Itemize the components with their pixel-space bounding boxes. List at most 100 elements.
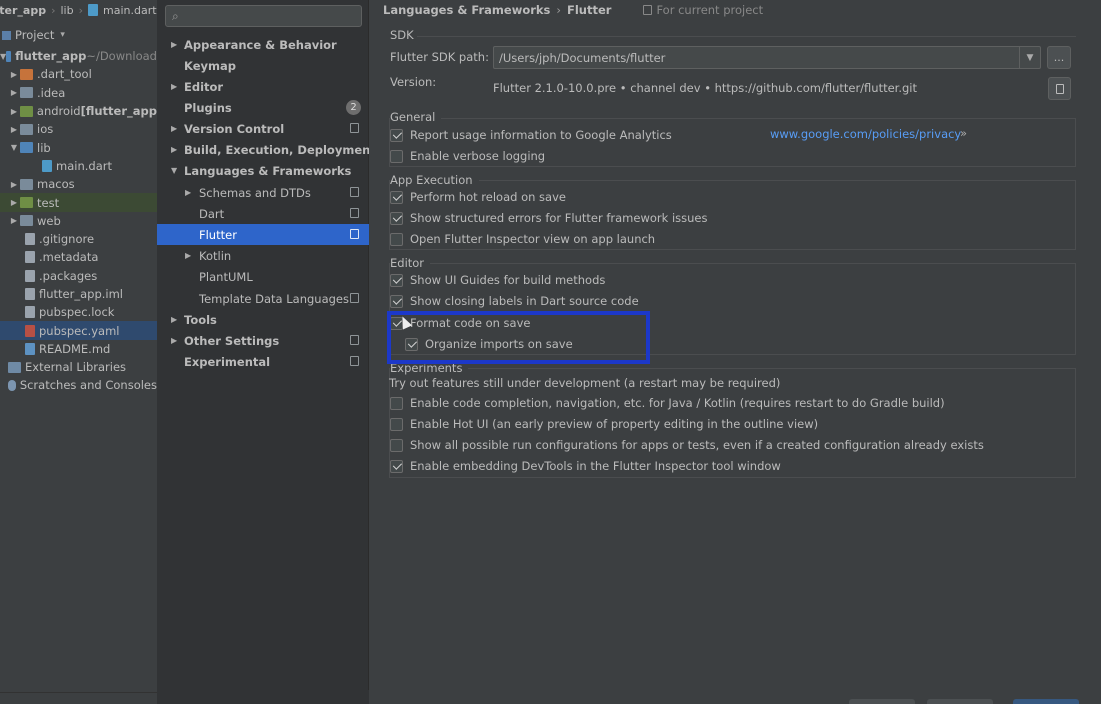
code-completion-checkbox[interactable]: Enable code completion, navigation, etc.… bbox=[390, 394, 945, 412]
project-view-selector[interactable]: Project ▾ bbox=[0, 25, 157, 45]
nav-item-other-settings[interactable]: ▶ Other Settings bbox=[157, 330, 369, 351]
nav-item-dart[interactable]: Dart bbox=[157, 203, 369, 224]
nav-item-label: Keymap bbox=[184, 58, 236, 73]
run-configs-checkbox[interactable]: Show all possible run configurations for… bbox=[390, 436, 984, 454]
checkbox-unchecked[interactable] bbox=[390, 438, 403, 452]
tree-item-packages[interactable]: .packages bbox=[0, 267, 157, 285]
nav-item-kotlin[interactable]: ▶ Kotlin bbox=[157, 245, 369, 266]
sdk-path-combobox[interactable]: /Users/jph/Documents/flutter ▼ bbox=[493, 46, 1041, 69]
copy-icon bbox=[1055, 83, 1064, 94]
devtools-checkbox[interactable]: Enable embedding DevTools in the Flutter… bbox=[390, 457, 781, 475]
checkbox-checked[interactable] bbox=[390, 211, 403, 225]
project-scope-icon bbox=[350, 229, 359, 239]
tree-item-iml[interactable]: flutter_app.iml bbox=[0, 285, 157, 303]
tree-item-readme[interactable]: README.md bbox=[0, 340, 157, 358]
chevron-right-icon: ▶ bbox=[171, 315, 178, 324]
tree-item-gitignore[interactable]: .gitignore bbox=[0, 230, 157, 248]
tree-item-dart-tool[interactable]: ▶ .dart_tool bbox=[0, 65, 157, 83]
open-inspector-checkbox[interactable]: Open Flutter Inspector view on app launc… bbox=[390, 230, 655, 248]
nav-crumb-project[interactable]: tter_app bbox=[0, 4, 46, 17]
verbose-logging-checkbox[interactable]: Enable verbose logging bbox=[390, 147, 545, 165]
report-usage-checkbox[interactable]: Report usage information to Google Analy… bbox=[390, 126, 672, 144]
checkbox-unchecked[interactable] bbox=[390, 232, 403, 246]
folder-icon bbox=[20, 142, 33, 154]
markdown-file-icon bbox=[25, 342, 35, 355]
cancel-button[interactable] bbox=[849, 699, 915, 704]
apply-button[interactable] bbox=[927, 699, 993, 704]
tree-item-pubspec-yaml[interactable]: pubspec.yaml bbox=[0, 321, 157, 340]
nav-item-keymap[interactable]: Keymap bbox=[157, 55, 369, 76]
browse-button[interactable]: ... bbox=[1047, 46, 1071, 69]
folder-icon bbox=[20, 178, 33, 190]
tree-item-label: .dart_tool bbox=[37, 67, 92, 82]
chevron-right-icon: ▶ bbox=[185, 251, 192, 260]
nav-item-editor[interactable]: ▶ Editor bbox=[157, 76, 369, 97]
nav-item-label: Appearance & Behavior bbox=[184, 37, 337, 52]
nav-item-languages[interactable]: ▼ Languages & Frameworks bbox=[157, 160, 369, 181]
privacy-policy-link[interactable]: www.google.com/policies/privacy bbox=[770, 127, 961, 141]
browse-button-label: ... bbox=[1053, 51, 1065, 64]
closing-labels-checkbox[interactable]: Show closing labels in Dart source code bbox=[390, 292, 639, 310]
tree-item-macos[interactable]: ▶ macos bbox=[0, 175, 157, 193]
checkbox-checked[interactable] bbox=[390, 273, 403, 287]
nav-item-flutter[interactable]: Flutter bbox=[157, 224, 369, 245]
nav-item-label: Kotlin bbox=[199, 248, 232, 263]
hot-ui-checkbox[interactable]: Enable Hot UI (an early preview of prope… bbox=[390, 415, 818, 433]
tree-item-android[interactable]: ▶ android [flutter_app bbox=[0, 102, 157, 120]
chevron-right-icon: ▶ bbox=[10, 216, 18, 226]
group-divider bbox=[389, 263, 1076, 264]
chevron-down-icon[interactable]: ▼ bbox=[1019, 47, 1040, 68]
nav-item-plugins[interactable]: Plugins 2 bbox=[157, 97, 369, 118]
nav-crumb-file[interactable]: main.dart bbox=[103, 4, 157, 17]
tree-item-ios[interactable]: ▶ ios bbox=[0, 120, 157, 138]
tree-item-label: pubspec.lock bbox=[39, 305, 115, 320]
nav-crumb-lib[interactable]: lib bbox=[60, 4, 73, 17]
tree-item-label: .metadata bbox=[39, 250, 99, 265]
nav-item-build[interactable]: ▶ Build, Execution, Deployment bbox=[157, 139, 376, 160]
tree-item-idea[interactable]: ▶ .idea bbox=[0, 84, 157, 102]
hot-reload-checkbox[interactable]: Perform hot reload on save bbox=[390, 188, 566, 206]
settings-search-input[interactable]: ⌕ bbox=[165, 5, 362, 27]
nav-item-experimental[interactable]: Experimental bbox=[157, 351, 369, 372]
nav-item-schemas[interactable]: ▶ Schemas and DTDs bbox=[157, 182, 369, 203]
checkbox-checked[interactable] bbox=[390, 128, 403, 142]
nav-item-label: Tools bbox=[184, 312, 217, 327]
tree-item-test[interactable]: ▶ test bbox=[0, 193, 157, 212]
chevron-down-icon: ▼ bbox=[10, 143, 18, 153]
tree-item-flutter-app[interactable]: ▼ flutter_app ~/Download bbox=[0, 47, 157, 65]
dialog-footer-buttons bbox=[369, 698, 1101, 704]
nav-item-version-control[interactable]: ▶ Version Control bbox=[157, 118, 369, 139]
tree-item-label: flutter_app bbox=[15, 49, 87, 64]
tree-item-external-libraries[interactable]: External Libraries bbox=[0, 358, 157, 376]
copy-version-button[interactable] bbox=[1048, 77, 1071, 100]
tree-item-scratches[interactable]: Scratches and Consoles bbox=[0, 376, 157, 394]
group-title-editor: Editor bbox=[390, 256, 431, 270]
dialog-footer-left bbox=[157, 690, 369, 704]
checkbox-unchecked[interactable] bbox=[390, 417, 403, 431]
project-scope-icon bbox=[350, 187, 359, 197]
nav-item-tools[interactable]: ▶ Tools bbox=[157, 309, 369, 330]
checkbox-unchecked[interactable] bbox=[390, 396, 403, 410]
structured-errors-checkbox[interactable]: Show structured errors for Flutter frame… bbox=[390, 209, 707, 227]
tree-item-metadata[interactable]: .metadata bbox=[0, 248, 157, 266]
group-divider bbox=[389, 118, 1076, 119]
checkbox-checked[interactable] bbox=[390, 294, 403, 308]
checkbox-unchecked[interactable] bbox=[390, 149, 403, 163]
checkbox-label: Enable Hot UI (an early preview of prope… bbox=[410, 417, 819, 431]
checkbox-checked[interactable] bbox=[390, 190, 403, 204]
nav-item-template-data[interactable]: Template Data Languages bbox=[157, 288, 369, 309]
ui-guides-checkbox[interactable]: Show UI Guides for build methods bbox=[390, 271, 605, 289]
tree-item-pubspec-lock[interactable]: pubspec.lock bbox=[0, 303, 157, 321]
tree-item-lib[interactable]: ▼ lib bbox=[0, 138, 157, 156]
plugin-updates-badge: 2 bbox=[346, 100, 361, 115]
checkbox-checked[interactable] bbox=[390, 459, 403, 473]
folder-icon bbox=[20, 197, 33, 209]
tree-item-label: ios bbox=[37, 122, 54, 137]
nav-item-appearance[interactable]: ▶ Appearance & Behavior bbox=[157, 34, 369, 55]
tree-item-label: web bbox=[37, 213, 61, 228]
nav-item-plantuml[interactable]: PlantUML bbox=[157, 266, 369, 287]
ok-button[interactable] bbox=[1013, 699, 1079, 704]
folder-icon bbox=[20, 87, 33, 99]
tree-item-web[interactable]: ▶ web bbox=[0, 212, 157, 230]
tree-item-main-dart[interactable]: main.dart bbox=[0, 157, 157, 175]
